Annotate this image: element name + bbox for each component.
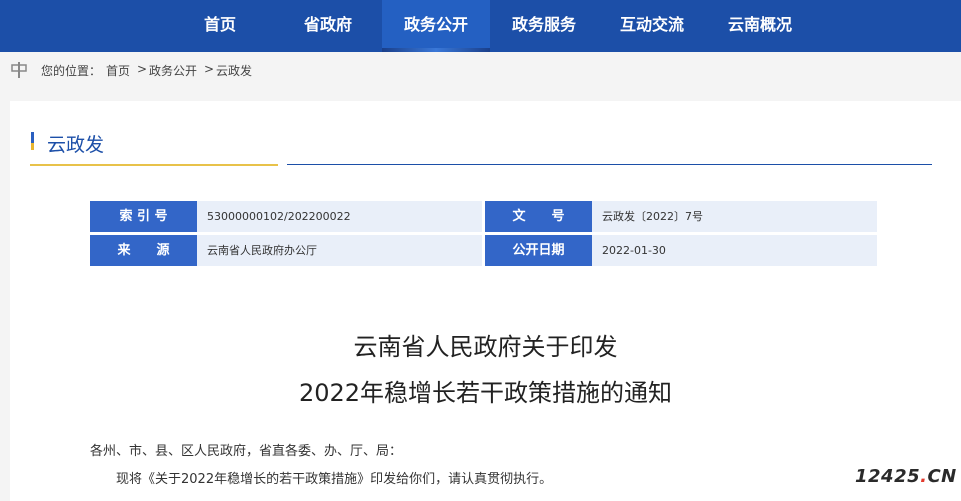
breadcrumb-home[interactable]: 首页	[106, 62, 130, 79]
breadcrumb-prefix: 您的位置：	[41, 64, 102, 78]
section-divider	[287, 164, 932, 165]
document-salutation: 各州、市、县、区人民政府，省直各委、办、厅、局：	[90, 444, 403, 459]
meta-source-value: 云南省人民政府办公厅	[197, 235, 482, 266]
nav-item-provincial-government[interactable]: 省政府	[274, 0, 382, 52]
site-watermark: 12425.CN	[855, 466, 957, 487]
document-title-line2: 2022年稳增长若干政策措施的通知	[298, 379, 673, 407]
breadcrumb-separator: >	[204, 62, 215, 76]
nav-item-government-services[interactable]: 政务服务	[490, 0, 598, 52]
document-title-line1: 云南省人民政府关于印发	[353, 333, 618, 361]
meta-index-no-value: 53000000102/202200022	[197, 201, 482, 232]
meta-doc-no-value: 云政发〔2022〕7号	[592, 201, 877, 232]
nav-item-yunnan-overview[interactable]: 云南概况	[706, 0, 814, 52]
meta-index-no-label: 索 引 号	[90, 201, 197, 232]
section-title-marker	[31, 132, 34, 150]
breadcrumb-government-affairs[interactable]: 政务公开	[149, 62, 197, 79]
breadcrumb-current: 云政发	[216, 64, 253, 78]
meta-publish-date-value: 2022-01-30	[592, 235, 877, 266]
meta-publish-date-label: 公开日期	[485, 235, 592, 266]
section-title: 云政发	[47, 134, 105, 156]
breadcrumb: 您的位置： 首页 > 政务公开 > 云政发	[0, 52, 961, 88]
document-body-paragraph: 现将《关于2022年稳增长的若干政策措施》印发给你们，请认真贯彻执行。	[116, 472, 553, 487]
meta-source-label: 来 源	[90, 235, 197, 266]
nav-item-government-affairs-disclosure[interactable]: 政务公开	[382, 0, 490, 52]
nav-item-interaction[interactable]: 互动交流	[598, 0, 706, 52]
meta-doc-no-label: 文 号	[485, 201, 592, 232]
top-navigation: 首页 省政府 政务公开 政务服务 互动交流 云南概况	[0, 0, 961, 52]
signpost-icon	[11, 62, 27, 78]
breadcrumb-separator: >	[137, 62, 148, 76]
nav-item-home[interactable]: 首页	[166, 0, 274, 52]
section-underline-accent	[30, 164, 278, 166]
